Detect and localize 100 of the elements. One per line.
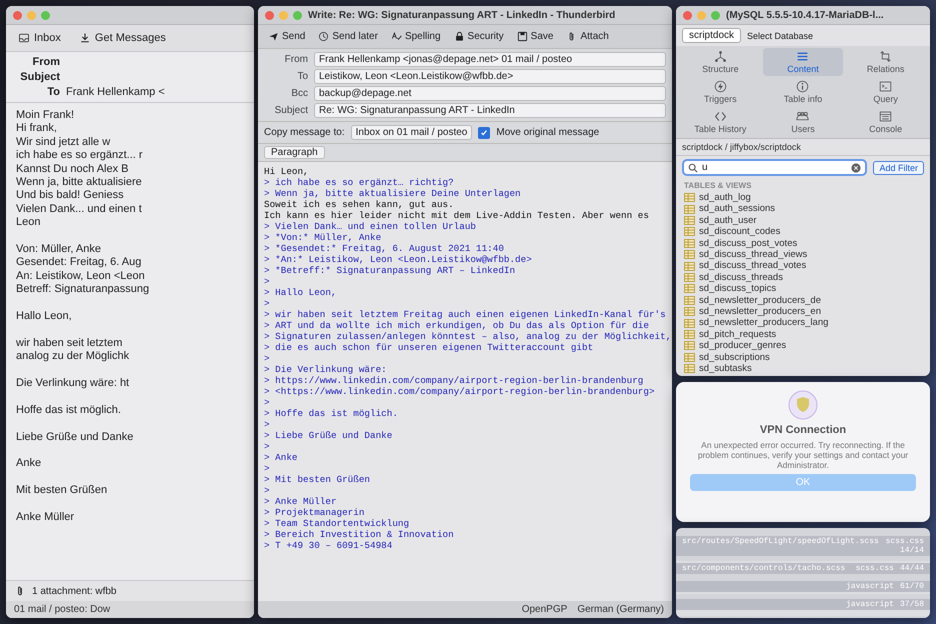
- table-icon: [684, 262, 695, 271]
- quoted-line: > Mit besten Grüßen: [264, 474, 372, 485]
- toolbar-tab[interactable]: Query: [845, 78, 926, 106]
- lightning-icon: [714, 80, 727, 93]
- message-line: An: Leistikow, Leon <Leon: [16, 270, 146, 284]
- toolbar-button[interactable]: Spelling: [386, 28, 446, 45]
- table-icon: [684, 318, 695, 328]
- toolbar-button[interactable]: Send: [263, 28, 310, 45]
- input-field[interactable]: backup@depage.net: [314, 86, 666, 101]
- quoted-line: > Liebe Grüße und Danke: [264, 430, 394, 441]
- copy-label: Copy message to:: [264, 127, 345, 138]
- table-item[interactable]: sd_discuss_threads: [684, 272, 922, 284]
- table-item[interactable]: sd_pitch_requests: [684, 328, 922, 340]
- table-item[interactable]: sd_discount_codes: [684, 226, 922, 238]
- quoted-line: > Anke: [264, 452, 298, 463]
- message-line: wir haben seit letztem: [16, 336, 124, 350]
- toolbar-tab[interactable]: Table info: [762, 78, 844, 106]
- database-dropdown[interactable]: scriptdock: [682, 28, 742, 43]
- field-label: From: [284, 54, 308, 65]
- table-item[interactable]: sd_auth_sessions: [684, 203, 922, 215]
- table-item[interactable]: sd_discuss_post_votes: [684, 238, 922, 250]
- toolbar-button[interactable]: Save: [512, 28, 558, 45]
- table-item[interactable]: sd_discuss_thread_views: [684, 249, 922, 260]
- input-field[interactable]: Leistikow, Leon <Leon.Leistikow@wfbb.de>: [314, 69, 666, 84]
- table-item[interactable]: sd_newsletter_producers_de: [684, 294, 922, 306]
- hierarchy-icon: [714, 50, 727, 63]
- table-icon: [684, 204, 695, 214]
- attachment-label[interactable]: 1 attachment: wfbb: [32, 586, 116, 596]
- input-field[interactable]: Re: WG: Signaturanpassung ART - LinkedIn: [314, 103, 666, 118]
- message-line: Ich kann es hier leider nicht mit dem Live-Addin Testen. Aber wenn es: [264, 210, 650, 221]
- toolbar-button[interactable]: Inbox: [12, 29, 67, 47]
- lock-icon: [454, 31, 465, 42]
- table-item[interactable]: sd_newsletter_producers_lang: [684, 317, 922, 329]
- zoom-button[interactable]: [41, 10, 50, 20]
- folder-dropdown[interactable]: Inbox on 01 mail / posteo: [350, 125, 472, 140]
- message-line: Liebe Grüße und Danke: [16, 430, 134, 444]
- table-item[interactable]: sd_subscriptions: [684, 352, 922, 364]
- table-icon: [684, 193, 695, 202]
- table-icon: [684, 330, 695, 340]
- close-button[interactable]: [265, 10, 274, 20]
- message-line: Mit besten Grüßen: [16, 484, 108, 498]
- clock-icon: [318, 31, 330, 42]
- mode-label: javascript: [846, 600, 894, 610]
- toolbar-tab[interactable]: Users: [762, 108, 844, 136]
- minimize-button[interactable]: [697, 10, 706, 20]
- input-field[interactable]: Frank Hellenkamp <jonas@depage.net> 01 mail / posteo: [314, 52, 666, 67]
- search-field[interactable]: u: [682, 159, 868, 176]
- clear-icon[interactable]: [851, 162, 862, 172]
- file-path: src/components/controls/tacho.scss: [682, 564, 846, 573]
- quoted-line: >: [264, 397, 271, 408]
- checkbox[interactable]: [478, 126, 490, 138]
- window-title: (MySQL 5.5.5-10.4.17-MariaDB-l...: [726, 10, 884, 20]
- shield-icon: [788, 390, 818, 420]
- tray-icon: [18, 32, 30, 44]
- quoted-line: >: [264, 298, 271, 309]
- message-line: Hi frank,: [16, 122, 58, 136]
- close-button[interactable]: [683, 10, 692, 20]
- quoted-line: > Vielen Dank… und einen tollen Urlaub: [264, 221, 478, 232]
- toolbar-tab[interactable]: Console: [845, 108, 926, 136]
- field-label: To: [296, 71, 308, 82]
- table-item[interactable]: sd_newsletter_producers_en: [684, 306, 922, 318]
- add-filter-button[interactable]: Add Filter: [873, 160, 924, 174]
- toolbar-tab[interactable]: Structure: [680, 48, 761, 76]
- toolbar-tab[interactable]: Triggers: [680, 78, 761, 106]
- cursor-position: 37/58: [900, 600, 924, 610]
- users-icon: [796, 110, 810, 123]
- table-item[interactable]: sd_discuss_thread_votes: [684, 260, 922, 272]
- minimize-button[interactable]: [279, 10, 288, 20]
- quoted-line: > T +49 30 – 6091-54984: [264, 540, 394, 551]
- save-icon: [516, 31, 528, 42]
- table-item[interactable]: sd_producer_genres: [684, 340, 922, 352]
- console-icon: [879, 110, 892, 123]
- close-button[interactable]: [13, 10, 22, 20]
- table-item[interactable]: sd_auth_log: [684, 192, 922, 204]
- zoom-button[interactable]: [293, 10, 302, 20]
- message-line: Anke Müller: [16, 511, 76, 524]
- status-text[interactable]: German (Germany): [577, 604, 664, 615]
- table-icon: [684, 216, 695, 226]
- header-value: Frank Hellenkamp <: [66, 86, 165, 98]
- table-item[interactable]: sd_auth_user: [684, 214, 922, 226]
- toolbar-tab[interactable]: Relations: [845, 48, 926, 76]
- toolbar-tab[interactable]: Table History: [680, 108, 761, 136]
- table-icon: [684, 352, 695, 362]
- status-text[interactable]: OpenPGP: [522, 604, 568, 615]
- zoom-button[interactable]: [711, 10, 720, 20]
- table-item[interactable]: sd_discuss_topics: [684, 283, 922, 295]
- format-dropdown[interactable]: Paragraph: [264, 146, 325, 159]
- toolbar-button[interactable]: Send later: [313, 28, 383, 45]
- spellcheck-icon: [390, 31, 402, 42]
- quoted-line: > Team Standortentwicklung: [264, 518, 410, 529]
- toolbar-button[interactable]: Attach: [561, 28, 614, 45]
- quoted-line: > ich habe es so ergänzt… richtig?: [264, 177, 455, 188]
- message-line: Betreff: Signaturanpassung: [16, 283, 150, 297]
- toolbar-button[interactable]: Security: [448, 28, 509, 45]
- toolbar-button[interactable]: Get Messages: [72, 29, 172, 47]
- table-icon: [684, 364, 695, 374]
- table-item[interactable]: sd_subtasks: [684, 363, 922, 374]
- connection-path: scriptdock / jiffybox/scriptdock: [676, 139, 930, 156]
- message-line: Von: Müller, Anke: [16, 243, 102, 256]
- minimize-button[interactable]: [27, 10, 36, 20]
